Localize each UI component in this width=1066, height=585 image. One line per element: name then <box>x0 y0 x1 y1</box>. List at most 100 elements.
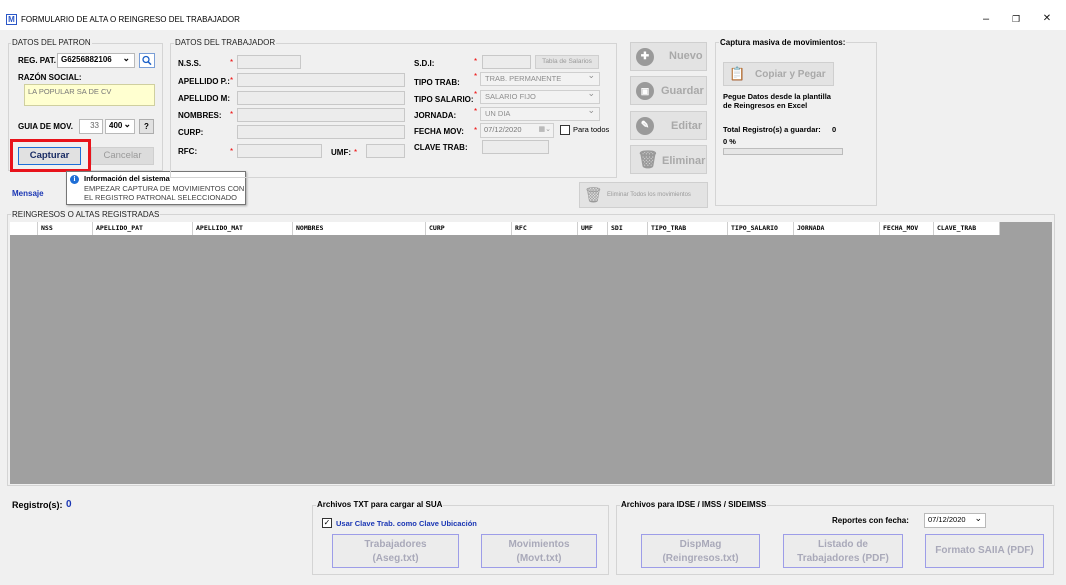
column-header[interactable]: NSS <box>38 222 93 235</box>
editar-label: Editar <box>671 120 703 132</box>
info-icon: i <box>70 175 79 184</box>
idse-title: Archivos para IDSE / IMSS / SIDEIMSS <box>620 500 768 509</box>
guia-mov-label: GUIA DE MOV. <box>18 122 73 131</box>
copiar-pegar-button[interactable]: 📋 Copiar y Pegar <box>723 62 834 86</box>
reg-pat-select[interactable]: G6256882106 ⌄ <box>57 53 135 68</box>
registros-label: Registro(s): <box>12 500 63 510</box>
rfc-label: RFC: <box>178 147 198 156</box>
masiva-desc2: de Reingresos en Excel <box>723 101 808 110</box>
close-button[interactable]: ✕ <box>1037 12 1057 26</box>
eliminar-todos-button[interactable]: 🗑 Eliminar Todos los movimientos <box>579 182 708 208</box>
nombres-label: NOMBRES: <box>178 111 222 120</box>
search-icon <box>142 55 152 66</box>
column-header[interactable]: RFC <box>512 222 578 235</box>
column-header[interactable]: FECHA_MOV <box>880 222 934 235</box>
sdi-input[interactable] <box>482 55 531 69</box>
reportes-date-value: 07/12/2020 <box>928 515 966 524</box>
rfc-input[interactable] <box>237 144 322 158</box>
save-icon: ▣ <box>636 82 654 100</box>
editar-button[interactable]: ✎ Editar <box>630 111 707 140</box>
eliminar-todos-label: Eliminar Todos los movimientos <box>607 192 691 198</box>
column-header[interactable]: NOMBRES <box>293 222 426 235</box>
column-header[interactable]: UMF <box>578 222 608 235</box>
jornada-label: JORNADA: <box>414 111 457 120</box>
copiar-label: Copiar y Pegar <box>755 69 826 80</box>
data-grid[interactable]: NSS APELLIDO_PAT APELLIDO_MAT NOMBRES CU… <box>10 222 1052 484</box>
curp-label: CURP: <box>178 128 204 137</box>
required-mark: * <box>230 58 234 67</box>
para-todos-label: Para todos <box>573 125 610 134</box>
clave-trab-label: CLAVE TRAB: <box>414 143 468 152</box>
clave-trab-input[interactable] <box>482 140 549 154</box>
nss-label: N.S.S. <box>178 59 202 68</box>
required-mark: * <box>474 107 478 116</box>
dispmag-sub: (Reingresos.txt) <box>662 553 739 564</box>
reportes-date-picker[interactable]: 07/12/2020 ⌄ <box>924 513 986 528</box>
sdi-label: S.D.I: <box>414 59 435 68</box>
razon-social-value: LA POPULAR SA DE CV <box>24 84 155 106</box>
para-todos-checkbox[interactable] <box>560 125 570 135</box>
guia-mov-value: 400 <box>109 121 123 130</box>
reg-pat-label: REG. PAT. <box>18 56 56 65</box>
umf-label: UMF: <box>331 148 351 157</box>
minimize-button[interactable]: – <box>976 12 996 26</box>
column-header[interactable]: CURP <box>426 222 512 235</box>
new-icon: ✚ <box>636 48 654 66</box>
restore-button[interactable]: ❐ <box>1006 12 1026 26</box>
apellido-m-input[interactable] <box>237 91 405 105</box>
umf-input[interactable] <box>366 144 405 158</box>
fecha-mov-picker[interactable]: 07/12/2020 ▦⌄ <box>480 123 554 138</box>
table-group-label: REINGRESOS O ALTAS REGISTRADAS <box>11 210 161 219</box>
dispmag-label: DispMag <box>679 539 722 550</box>
nuevo-label: Nuevo <box>669 50 703 62</box>
formato-saiia-button[interactable]: Formato SAIIA (PDF) <box>925 534 1044 568</box>
fecha-mov-label: FECHA MOV: <box>414 127 464 136</box>
column-header[interactable]: APELLIDO_PAT <box>93 222 193 235</box>
dispmag-button[interactable]: DispMag (Reingresos.txt) <box>641 534 760 568</box>
required-mark: * <box>474 126 478 135</box>
guia-mov-select[interactable]: 400 ⌄ <box>105 119 135 134</box>
column-header[interactable]: JORNADA <box>794 222 880 235</box>
tipo-salario-select[interactable]: SALARIO FIJO <box>480 88 600 104</box>
tipo-trab-label: TIPO TRAB: <box>414 78 460 87</box>
trabajadores-button[interactable]: Trabajadores (Aseg.txt) <box>332 534 459 568</box>
listado-button[interactable]: Listado de Trabajadores (PDF) <box>783 534 903 568</box>
tooltip-line2: EL REGISTRO PATRONAL SELECCIONADO <box>84 193 237 202</box>
edit-icon: ✎ <box>636 117 654 135</box>
column-header[interactable]: APELLIDO_MAT <box>193 222 293 235</box>
cancelar-button[interactable]: Cancelar <box>91 147 154 165</box>
tipo-trab-select[interactable]: TRAB. PERMANENTE <box>480 70 600 86</box>
curp-input[interactable] <box>237 125 405 139</box>
guardar-button[interactable]: ▣ Guardar <box>630 76 707 105</box>
fecha-mov-value: 07/12/2020 <box>484 125 522 134</box>
reportes-label: Reportes con fecha: <box>832 516 909 525</box>
razon-social-label: RAZÓN SOCIAL: <box>18 73 82 82</box>
chevron-down-icon: ⌄ <box>123 119 131 129</box>
guardar-label: Guardar <box>661 85 704 97</box>
column-header[interactable]: SDI <box>608 222 648 235</box>
column-header[interactable]: TIPO_TRAB <box>648 222 728 235</box>
percent-label: 0 % <box>723 137 736 146</box>
movimientos-button[interactable]: Movimientos (Movt.txt) <box>481 534 597 568</box>
eliminar-button[interactable]: 🗑 Eliminar <box>630 145 707 174</box>
listado-sub: Trabajadores (PDF) <box>797 553 889 564</box>
jornada-select[interactable]: UN DIA <box>480 105 600 121</box>
trabajador-group-label: DATOS DEL TRABAJADOR <box>174 38 277 47</box>
listado-label: Listado de <box>817 539 868 550</box>
nss-input[interactable] <box>237 55 301 69</box>
tooltip-line1: EMPEZAR CAPTURA DE MOVIMIENTOS CON <box>84 184 245 193</box>
movimientos-label: Movimientos <box>508 539 570 550</box>
required-mark: * <box>230 76 234 85</box>
help-button[interactable]: ? <box>139 119 154 134</box>
capturar-button[interactable]: Capturar <box>18 147 81 165</box>
mensaje-label: Mensaje <box>12 189 44 198</box>
column-header[interactable]: CLAVE_TRAB <box>934 222 1000 235</box>
column-header[interactable]: TIPO_SALARIO <box>728 222 794 235</box>
nombres-input[interactable] <box>237 108 405 122</box>
apellido-p-input[interactable] <box>237 73 405 87</box>
usar-clave-checkbox[interactable]: ✓ <box>322 518 332 528</box>
nuevo-button[interactable]: ✚ Nuevo <box>630 42 707 71</box>
search-button[interactable] <box>139 53 155 68</box>
required-mark: * <box>230 147 234 156</box>
tabla-salarios-button[interactable]: Tabla de Salarios <box>535 55 599 69</box>
